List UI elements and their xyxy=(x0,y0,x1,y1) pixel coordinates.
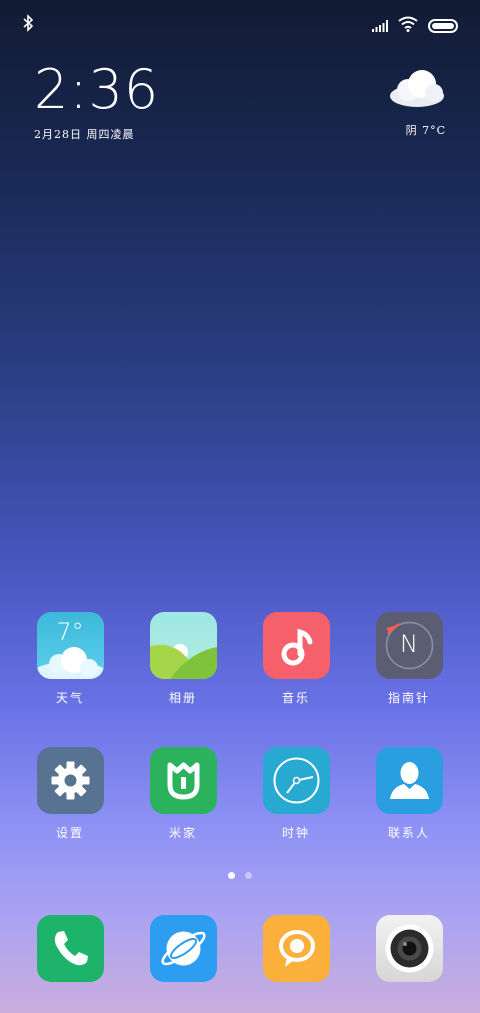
page-indicator xyxy=(0,872,480,879)
app-compass[interactable]: N 指南针 xyxy=(364,612,454,706)
signal-icon xyxy=(372,17,388,36)
gallery-icon xyxy=(149,612,217,679)
app-label: 指南针 xyxy=(387,691,430,705)
weather-widget[interactable]: 阴 7°C xyxy=(388,68,446,138)
clock-icon xyxy=(262,747,330,814)
bluetooth-icon xyxy=(22,14,34,36)
cloud-icon xyxy=(388,70,446,112)
app-contacts[interactable]: 联系人 xyxy=(364,747,454,841)
dock-phone[interactable] xyxy=(25,915,115,982)
app-clock[interactable]: 时钟 xyxy=(251,747,341,841)
music-icon xyxy=(262,612,330,679)
app-label: 相册 xyxy=(168,691,197,705)
messages-icon xyxy=(262,915,330,982)
dock-browser[interactable] xyxy=(138,915,228,982)
date-display: 2月28日 周四凌晨 xyxy=(34,128,135,141)
settings-gear-icon xyxy=(36,747,104,814)
app-music[interactable]: 音乐 xyxy=(251,612,341,706)
app-label: 米家 xyxy=(168,826,197,840)
browser-icon xyxy=(149,915,217,982)
app-settings[interactable]: 设置 xyxy=(25,747,115,841)
wifi-icon xyxy=(398,16,418,36)
mijia-icon xyxy=(149,747,217,814)
app-weather[interactable]: 7° 天气 xyxy=(25,612,115,706)
contacts-icon xyxy=(375,747,443,814)
compass-icon: N xyxy=(375,612,443,679)
clock-widget[interactable]: 2:36 2月28日 周四凌晨 xyxy=(34,58,159,142)
time-display: 2:36 xyxy=(34,58,160,121)
weather-condition: 阴 7°C xyxy=(405,124,446,137)
app-label: 天气 xyxy=(55,691,84,705)
weather-icon: 7° xyxy=(36,612,104,679)
camera-icon xyxy=(375,915,443,982)
battery-icon xyxy=(428,19,458,33)
status-bar xyxy=(0,0,480,50)
app-label: 设置 xyxy=(55,826,84,840)
phone-icon xyxy=(36,915,104,982)
app-label: 时钟 xyxy=(281,826,310,840)
app-label: 联系人 xyxy=(387,826,430,840)
app-gallery[interactable]: 相册 xyxy=(138,612,228,706)
app-mijia[interactable]: 米家 xyxy=(138,747,228,841)
page-dot-active[interactable] xyxy=(228,872,235,879)
page-dot[interactable] xyxy=(245,872,252,879)
dock-camera[interactable] xyxy=(364,915,454,982)
app-label: 音乐 xyxy=(281,691,310,705)
dock-messages[interactable] xyxy=(251,915,341,982)
